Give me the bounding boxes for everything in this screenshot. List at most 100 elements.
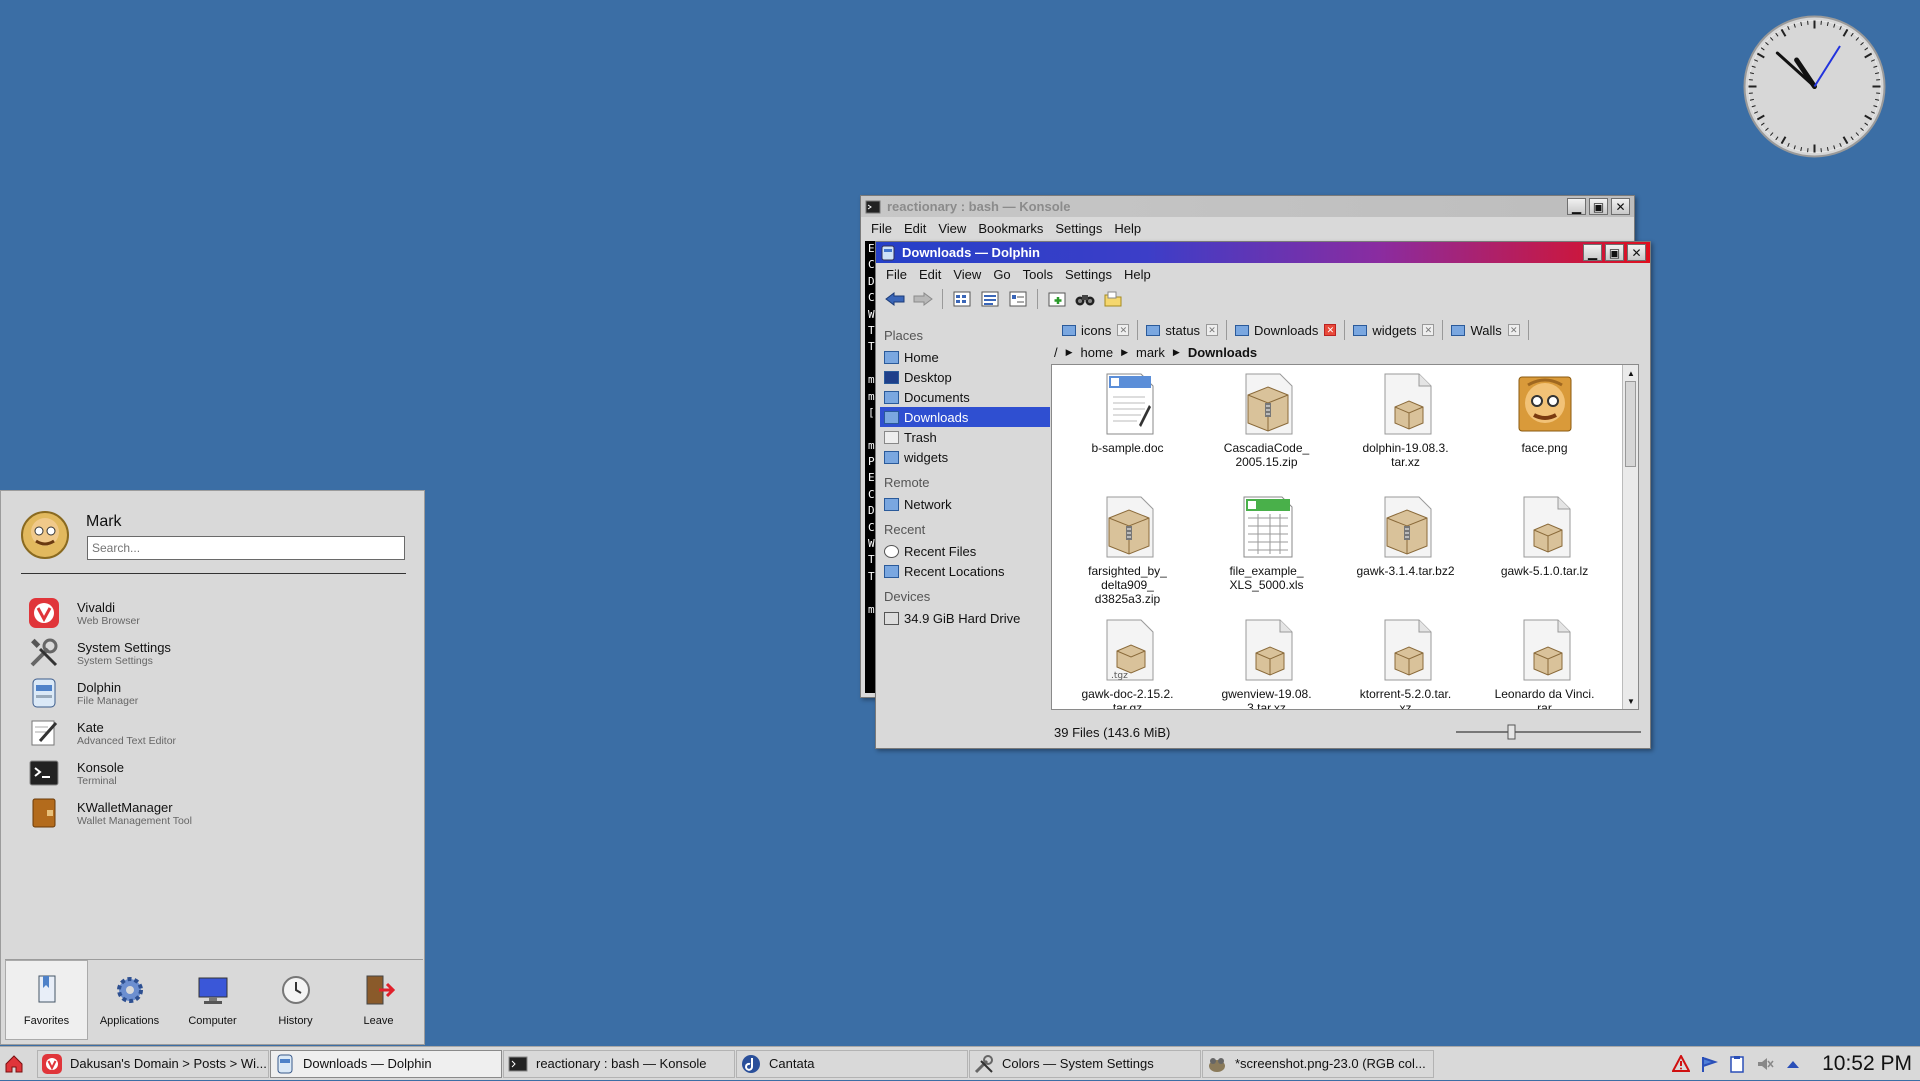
zoom-slider-handle[interactable] — [1508, 725, 1515, 739]
place-downloads[interactable]: Downloads — [880, 407, 1050, 427]
task-konsole[interactable]: reactionary : bash — Konsole — [503, 1050, 735, 1078]
place-trash[interactable]: Trash — [880, 427, 1050, 447]
maximize-button[interactable]: ▣ — [1589, 198, 1608, 215]
chevron-right-icon[interactable]: ▶ — [1121, 347, 1128, 358]
menu-view[interactable]: View — [947, 267, 987, 282]
file-item[interactable]: CascadiaCode_ 2005.15.zip — [1197, 373, 1336, 486]
file-item[interactable]: dolphin-19.08.3. tar.xz — [1336, 373, 1475, 486]
flag-icon[interactable] — [1700, 1055, 1718, 1073]
new-tab-icon[interactable] — [1046, 288, 1068, 310]
chevron-right-icon[interactable]: ▶ — [1173, 347, 1180, 358]
forward-arrow-icon[interactable] — [912, 288, 934, 310]
file-item[interactable]: gawk-3.1.4.tar.bz2 — [1336, 496, 1475, 609]
back-arrow-icon[interactable] — [884, 288, 906, 310]
tab-leave[interactable]: Leave — [337, 960, 420, 1040]
close-tab-icon[interactable]: ✕ — [1206, 324, 1218, 336]
menu-bookmarks[interactable]: Bookmarks — [972, 221, 1049, 236]
task-cantata[interactable]: Cantata — [736, 1050, 968, 1078]
compact-view-icon[interactable] — [1007, 288, 1029, 310]
minimize-button[interactable]: ▁ — [1567, 198, 1586, 215]
konsole-titlebar[interactable]: reactionary : bash — Konsole ▁ ▣ ✕ — [861, 196, 1634, 217]
minimize-button[interactable]: ▁ — [1583, 244, 1602, 261]
scroll-down-icon[interactable]: ▼ — [1624, 694, 1638, 708]
binoculars-icon[interactable] — [1074, 288, 1096, 310]
favorite-dolphin[interactable]: DolphinFile Manager — [27, 673, 138, 713]
place-desktop[interactable]: Desktop — [880, 367, 1050, 387]
file-item[interactable]: face.png — [1475, 373, 1614, 486]
maximize-button[interactable]: ▣ — [1605, 244, 1624, 261]
menu-edit[interactable]: Edit — [898, 221, 932, 236]
file-item[interactable]: ktorrent-5.2.0.tar. xz — [1336, 619, 1475, 710]
task-dolphin[interactable]: Downloads — Dolphin — [270, 1050, 502, 1078]
place-widgets[interactable]: widgets — [880, 447, 1050, 467]
tab-status[interactable]: status✕ — [1138, 320, 1227, 340]
zoom-slider[interactable] — [1446, 722, 1646, 742]
favorite-vivaldi[interactable]: VivaldiWeb Browser — [27, 593, 140, 633]
file-item[interactable]: gawk-5.1.0.tar.lz — [1475, 496, 1614, 609]
menu-settings[interactable]: Settings — [1059, 267, 1118, 282]
search-input[interactable] — [87, 536, 405, 560]
menu-help[interactable]: Help — [1118, 267, 1157, 282]
place-hard-drive[interactable]: 34.9 GiB Hard Drive — [880, 608, 1050, 628]
menu-go[interactable]: Go — [987, 267, 1016, 282]
file-view[interactable]: b-sample.docCascadiaCode_ 2005.15.zipdol… — [1051, 364, 1639, 710]
place-network[interactable]: Network — [880, 494, 1050, 514]
launcher-button[interactable] — [0, 1050, 36, 1078]
dolphin-titlebar[interactable]: Downloads — Dolphin ▁ ▣ ✕ — [876, 242, 1650, 263]
menu-file[interactable]: File — [865, 221, 898, 236]
place-documents[interactable]: Documents — [880, 387, 1050, 407]
close-button[interactable]: ✕ — [1611, 198, 1630, 215]
chevron-up-icon[interactable] — [1784, 1055, 1802, 1073]
place-recent-files[interactable]: Recent Files — [880, 541, 1050, 561]
vertical-scrollbar[interactable]: ▲ ▼ — [1622, 365, 1638, 709]
file-item[interactable]: .tgzgawk-doc-2.15.2. tar.gz — [1058, 619, 1197, 710]
icons-view-icon[interactable] — [951, 288, 973, 310]
favorite-konsole[interactable]: KonsoleTerminal — [27, 753, 124, 793]
tab-icons[interactable]: icons✕ — [1054, 320, 1138, 340]
crumb-home[interactable]: home — [1081, 345, 1114, 360]
details-view-icon[interactable] — [979, 288, 1001, 310]
favorite-kwalletmanager[interactable]: KWalletManagerWallet Management Tool — [27, 793, 192, 833]
tab-walls[interactable]: Walls✕ — [1443, 320, 1528, 340]
close-tab-icon[interactable]: ✕ — [1324, 324, 1336, 336]
close-tab-icon[interactable]: ✕ — [1508, 324, 1520, 336]
menu-file[interactable]: File — [880, 267, 913, 282]
file-item[interactable]: Leonardo da Vinci. rar — [1475, 619, 1614, 710]
clipboard-icon[interactable] — [1728, 1055, 1746, 1073]
file-item[interactable]: b-sample.doc — [1058, 373, 1197, 486]
close-button[interactable]: ✕ — [1627, 244, 1646, 261]
chevron-right-icon[interactable]: ▶ — [1066, 347, 1073, 358]
tab-favorites[interactable]: Favorites — [5, 960, 88, 1040]
tab-applications[interactable]: Applications — [88, 960, 171, 1040]
favorite-kate[interactable]: KateAdvanced Text Editor — [27, 713, 176, 753]
close-tab-icon[interactable]: ✕ — [1422, 324, 1434, 336]
crumb-root[interactable]: / — [1054, 345, 1058, 360]
dolphin-window[interactable]: Downloads — Dolphin ▁ ▣ ✕ File Edit View… — [875, 241, 1651, 749]
favorite-system-settings[interactable]: System SettingsSystem Settings — [27, 633, 171, 673]
tab-computer[interactable]: Computer — [171, 960, 254, 1040]
crumb-mark[interactable]: mark — [1136, 345, 1165, 360]
menu-view[interactable]: View — [932, 221, 972, 236]
place-recent-locations[interactable]: Recent Locations — [880, 561, 1050, 581]
menu-tools[interactable]: Tools — [1017, 267, 1059, 282]
tab-history[interactable]: History — [254, 960, 337, 1040]
place-home[interactable]: Home — [880, 347, 1050, 367]
file-item[interactable]: file_example_ XLS_5000.xls — [1197, 496, 1336, 609]
taskbar-clock[interactable]: 10:52 PM — [1822, 1052, 1912, 1076]
close-tab-icon[interactable]: ✕ — [1117, 324, 1129, 336]
task-vivaldi[interactable]: Dakusan's Domain > Posts > Wi... — [37, 1050, 269, 1078]
crumb-downloads[interactable]: Downloads — [1188, 345, 1257, 360]
file-item[interactable]: farsighted_by_ delta909_ d3825a3.zip — [1058, 496, 1197, 609]
file-item[interactable]: gwenview-19.08. 3.tar.xz — [1197, 619, 1336, 710]
task-gimp[interactable]: *screenshot.png-23.0 (RGB col... — [1202, 1050, 1434, 1078]
scroll-up-icon[interactable]: ▲ — [1624, 366, 1638, 380]
menu-settings[interactable]: Settings — [1049, 221, 1108, 236]
task-system-settings[interactable]: Colors — System Settings — [969, 1050, 1201, 1078]
menu-help[interactable]: Help — [1108, 221, 1147, 236]
tab-widgets[interactable]: widgets✕ — [1345, 320, 1443, 340]
tab-downloads[interactable]: Downloads✕ — [1227, 320, 1345, 340]
folder-preview-icon[interactable] — [1102, 288, 1124, 310]
menu-edit[interactable]: Edit — [913, 267, 947, 282]
warning-icon[interactable] — [1672, 1055, 1690, 1073]
volume-muted-icon[interactable] — [1756, 1055, 1774, 1073]
